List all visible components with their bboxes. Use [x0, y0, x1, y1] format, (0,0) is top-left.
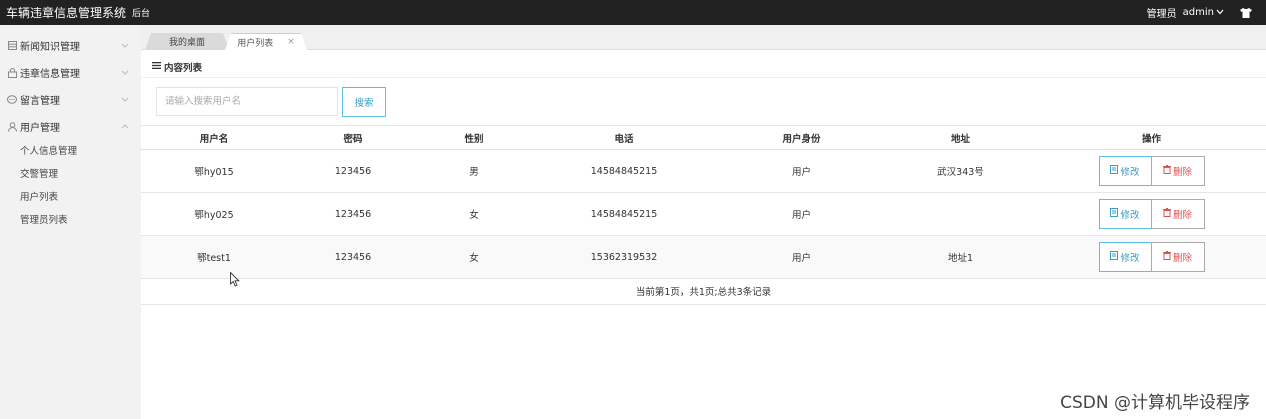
table-row: 鄂hy015 123456 男 14584845215 用户 武汉343号 修改…	[141, 150, 1266, 193]
cell-address: 武汉343号	[937, 167, 984, 178]
column-header: 用户名	[199, 133, 229, 145]
sidebar-item-users[interactable]: 用户管理	[0, 113, 141, 140]
sidebar-subitem-user-list[interactable]: 用户列表	[0, 186, 141, 209]
trash-icon	[1162, 208, 1171, 220]
table-header: 用户名 密码 性别 电话 用户身份 地址 操作	[141, 125, 1266, 150]
table-row: 鄂test1 123456 女 15362319532 用户 地址1 修改 删除	[141, 236, 1266, 279]
edit-button[interactable]: 修改	[1098, 242, 1152, 272]
section-header: 内容列表	[152, 60, 202, 74]
cell-phone: 14584845215	[590, 165, 658, 177]
search-input[interactable]	[156, 87, 338, 116]
tab-user-list[interactable]: 用户列表 ×	[225, 33, 307, 50]
sidebar-subitem-admin-list[interactable]: 管理员列表	[0, 209, 141, 232]
chevron-down-icon[interactable]	[1216, 8, 1224, 17]
cell-username: 鄂hy025	[194, 210, 234, 221]
cell-gender: 女	[469, 210, 479, 221]
cell-password: 123456	[334, 165, 372, 177]
chat-icon	[7, 95, 17, 105]
sidebar-subitem-police[interactable]: 交警管理	[0, 163, 141, 186]
chevron-down-icon	[121, 68, 129, 77]
column-header: 地址	[950, 133, 970, 145]
cell-address: 地址1	[947, 253, 974, 264]
top-bar: 车辆违章信息管理系统 后台 管理员 admin	[0, 0, 1266, 25]
cell-actions: 修改 删除	[1037, 199, 1266, 229]
edit-button[interactable]: 修改	[1098, 156, 1152, 186]
cell-phone: 15362319532	[590, 251, 658, 263]
section-title: 内容列表	[164, 63, 203, 74]
column-header: 用户身份	[782, 133, 821, 145]
delete-label: 删除	[1172, 167, 1192, 178]
cell-actions: 修改 删除	[1037, 242, 1266, 272]
edit-label: 修改	[1120, 210, 1140, 221]
tab-my-desktop[interactable]: 我的桌面	[145, 33, 229, 50]
close-icon[interactable]: ×	[287, 37, 295, 47]
pagination-info: 当前第1页，共1页;总共3条记录	[141, 280, 1266, 305]
trash-icon	[1162, 165, 1171, 177]
cell-gender: 女	[469, 253, 479, 264]
app-subtitle: 后台	[132, 9, 151, 19]
edit-label: 修改	[1120, 253, 1140, 264]
chevron-down-icon	[121, 41, 129, 50]
column-header: 性别	[464, 133, 484, 145]
cell-role: 用户	[791, 253, 811, 264]
edit-icon	[1110, 251, 1119, 263]
watermark: CSDN @计算机毕设程序	[1060, 393, 1250, 413]
role-label: 管理员	[1146, 9, 1177, 20]
edit-icon	[1110, 208, 1119, 220]
main-content: 内容列表 搜索 用户名 密码 性别 电话 用户身份 地址 操作 鄂hy015 1…	[141, 50, 1266, 419]
column-header: 操作	[1141, 133, 1161, 145]
edit-icon	[1110, 165, 1119, 177]
cell-actions: 修改 删除	[1037, 156, 1266, 186]
username[interactable]: admin	[1183, 7, 1214, 18]
trash-icon	[1162, 251, 1171, 263]
sidebar: 新闻知识管理 违章信息管理 留言管理 用户管理 个人信息管理 交警管理 用户列表…	[0, 25, 141, 419]
column-header: 电话	[614, 133, 634, 145]
search-button[interactable]: 搜索	[342, 87, 386, 117]
cell-phone: 14584845215	[590, 208, 658, 220]
sidebar-item-violations[interactable]: 违章信息管理	[0, 59, 141, 86]
delete-button[interactable]: 删除	[1150, 242, 1205, 272]
cell-gender: 男	[469, 167, 479, 178]
grid-icon	[7, 41, 17, 51]
delete-button[interactable]: 删除	[1150, 156, 1205, 186]
sidebar-item-label: 新闻知识管理	[20, 42, 80, 53]
cell-username: 鄂hy015	[194, 167, 234, 178]
user-submenu: 个人信息管理 交警管理 用户列表 管理员列表	[0, 140, 141, 232]
sidebar-subitem-profile[interactable]: 个人信息管理	[0, 140, 141, 163]
tshirt-icon[interactable]	[1240, 7, 1252, 18]
edit-label: 修改	[1120, 167, 1140, 178]
mouse-cursor-icon	[230, 271, 240, 287]
chevron-down-icon	[121, 95, 129, 104]
tab-label: 我的桌面	[168, 38, 205, 48]
user-icon	[7, 121, 17, 132]
cell-password: 123456	[334, 251, 372, 263]
tab-bar: 我的桌面 用户列表 ×	[141, 25, 1266, 50]
table-row: 鄂hy025 123456 女 14584845215 用户 修改 删除	[141, 193, 1266, 236]
sidebar-item-label: 违章信息管理	[20, 69, 80, 80]
cell-role: 用户	[791, 210, 811, 221]
list-icon	[152, 62, 161, 72]
tab-label: 用户列表	[237, 38, 274, 49]
app-title: 车辆违章信息管理系统	[6, 6, 127, 20]
sidebar-item-messages[interactable]: 留言管理	[0, 86, 141, 113]
delete-label: 删除	[1172, 253, 1192, 264]
edit-button[interactable]: 修改	[1098, 199, 1152, 229]
sidebar-item-label: 用户管理	[20, 123, 60, 134]
sidebar-item-news[interactable]: 新闻知识管理	[0, 32, 141, 59]
delete-label: 删除	[1172, 210, 1192, 221]
column-header: 密码	[343, 133, 363, 145]
chevron-up-icon	[121, 122, 129, 131]
cell-username: 鄂test1	[197, 253, 231, 264]
user-menu[interactable]: 管理员 admin	[1147, 5, 1266, 20]
user-table: 用户名 密码 性别 电话 用户身份 地址 操作 鄂hy015 123456 男 …	[141, 125, 1266, 279]
divider	[141, 77, 1266, 78]
delete-button[interactable]: 删除	[1150, 199, 1205, 229]
lock-icon	[7, 67, 17, 78]
sidebar-item-label: 留言管理	[20, 96, 60, 107]
cell-role: 用户	[791, 167, 811, 178]
cell-password: 123456	[334, 208, 372, 220]
